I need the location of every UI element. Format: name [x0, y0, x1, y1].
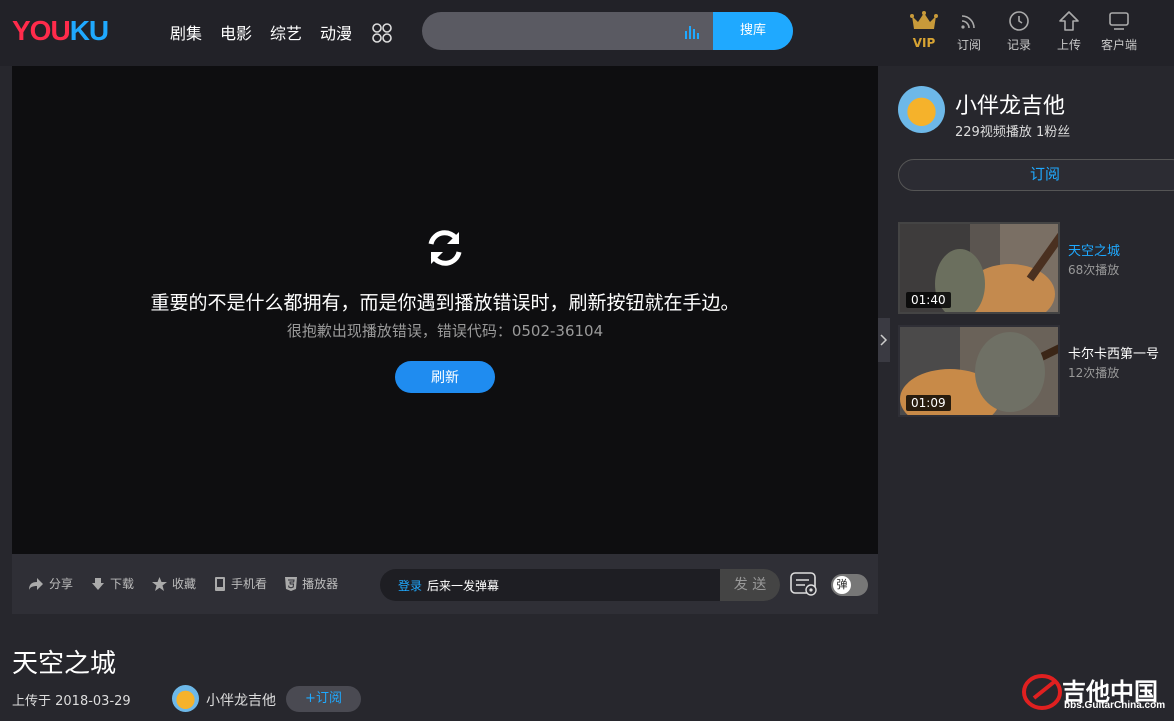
top-icons: VIP 订阅 记录 上传 客户端 [904, 8, 1144, 53]
favorite-button[interactable]: 收藏 [152, 575, 196, 592]
upload-date: 上传于 2018-03-29 [12, 694, 131, 709]
danmu-send-button[interactable]: 发 送 [720, 569, 780, 601]
video-duration: 01:09 [906, 395, 951, 411]
share-button[interactable]: 分享 [28, 575, 73, 592]
download-label: 下载 [110, 577, 135, 591]
star-icon [152, 576, 168, 591]
history-button[interactable]: 记录 [994, 8, 1044, 53]
clock-icon [1009, 11, 1029, 31]
sidebar-toggle[interactable] [878, 318, 890, 362]
danmu-settings-icon[interactable] [789, 571, 819, 597]
channel-name[interactable]: 小伴龙吉他 [955, 88, 1065, 120]
uploader-avatar[interactable] [172, 685, 199, 712]
error-message: 重要的不是什么都拥有，而是你遇到播放错误时，刷新按钮就在手边。 [150, 292, 740, 314]
plus-subscribe-button[interactable]: +订阅 [286, 686, 361, 712]
client-label: 客户端 [1100, 38, 1137, 52]
subscriptions-label: 订阅 [956, 38, 981, 52]
upload-icon [1059, 11, 1079, 31]
nav-item-variety[interactable]: 综艺 [270, 20, 302, 44]
youku-logo[interactable]: YOU KU [12, 15, 109, 46]
vip-label: VIP [912, 36, 936, 50]
subscribe-button[interactable]: 订阅 [898, 159, 1174, 191]
nav-item-movies[interactable]: 电影 [220, 20, 252, 44]
search-button[interactable]: 搜库 [713, 12, 793, 50]
danmu-toggle[interactable]: 弹 [831, 574, 868, 596]
danmu-input[interactable]: 登录 后来一发弹幕 发 送 [380, 569, 780, 601]
related-video-views: 68次播放 [1068, 263, 1120, 277]
subscriptions-button[interactable]: 订阅 [944, 8, 994, 53]
related-video-title[interactable]: 天空之城 [1068, 240, 1120, 259]
nav-item-series[interactable]: 剧集 [170, 20, 202, 44]
favorite-label: 收藏 [172, 577, 197, 591]
share-icon [29, 577, 43, 590]
download-button[interactable]: 下载 [91, 575, 134, 592]
chevron-right-icon [880, 334, 888, 346]
logo-text-you: YOU [12, 15, 71, 46]
uploader-name[interactable]: 小伴龙吉他 [206, 690, 276, 710]
related-video-views: 12次播放 [1068, 366, 1120, 380]
phone-icon [215, 576, 226, 591]
related-video-1[interactable]: 01:40 天空之城 68次播放 [898, 222, 1174, 314]
monitor-icon [1109, 12, 1129, 30]
watermark-url: bbs.GuitarChina.com [1064, 700, 1166, 711]
download-icon [92, 577, 105, 590]
rss-icon [961, 15, 975, 29]
player-label: 播放器 [302, 577, 339, 591]
share-label: 分享 [49, 577, 74, 591]
watch-on-phone-button[interactable]: 手机看 [214, 575, 267, 592]
logo-text-ku: KU [69, 15, 109, 46]
upload-label: 上传 [1056, 38, 1081, 52]
error-code: 很抱歉出现播放错误，错误代码：0502-36104 [286, 322, 604, 340]
nav-item-anime[interactable]: 动漫 [320, 20, 352, 44]
action-items: 分享 下载 收藏 手机看 播放器 [28, 575, 338, 592]
client-button[interactable]: 客户端 [1094, 8, 1144, 53]
player-button[interactable]: 播放器 [285, 575, 338, 592]
channel-avatar[interactable] [898, 86, 945, 133]
player-action-bar: 分享 下载 收藏 手机看 播放器 登录 后来一发弹幕 发 送 弹 [12, 554, 878, 614]
vip-button[interactable]: VIP [904, 8, 944, 53]
search-input[interactable] [422, 12, 713, 50]
related-video-title[interactable]: 卡尔卡西第一号 [1068, 343, 1159, 362]
video-title: 天空之城 [12, 649, 117, 679]
video-thumbnail[interactable]: 01:40 [898, 222, 1060, 314]
crown-icon [910, 11, 938, 29]
search-box: 搜库 [422, 12, 793, 50]
refresh-button[interactable]: 刷新 [395, 361, 495, 393]
video-thumbnail[interactable]: 01:09 [898, 325, 1060, 417]
upload-button[interactable]: 上传 [1044, 8, 1094, 53]
refresh-icon [428, 230, 462, 266]
voice-bars-icon[interactable] [684, 23, 700, 39]
main-nav: 剧集 电影 综艺 动漫 [170, 20, 352, 44]
channel-stats: 229视频播放 1粉丝 [955, 125, 1071, 140]
danmu-placeholder: 后来一发弹幕 [427, 579, 500, 593]
top-bar: YOU KU 剧集 电影 综艺 动漫 搜库 VIP 订阅 记录 上传 客户端 [0, 0, 1174, 66]
video-duration: 01:40 [906, 292, 951, 308]
watch-on-phone-label: 手机看 [231, 577, 268, 591]
danmu-toggle-knob: 弹 [833, 576, 851, 594]
more-categories-icon[interactable] [371, 22, 393, 44]
related-video-2[interactable]: 01:09 卡尔卡西第一号 12次播放 [898, 325, 1174, 417]
history-label: 记录 [1006, 38, 1031, 52]
danmu-login-link[interactable]: 登录 [398, 577, 422, 594]
video-player[interactable]: 重要的不是什么都拥有，而是你遇到播放错误时，刷新按钮就在手边。 很抱歉出现播放错… [12, 66, 878, 554]
html5-icon [285, 576, 298, 591]
